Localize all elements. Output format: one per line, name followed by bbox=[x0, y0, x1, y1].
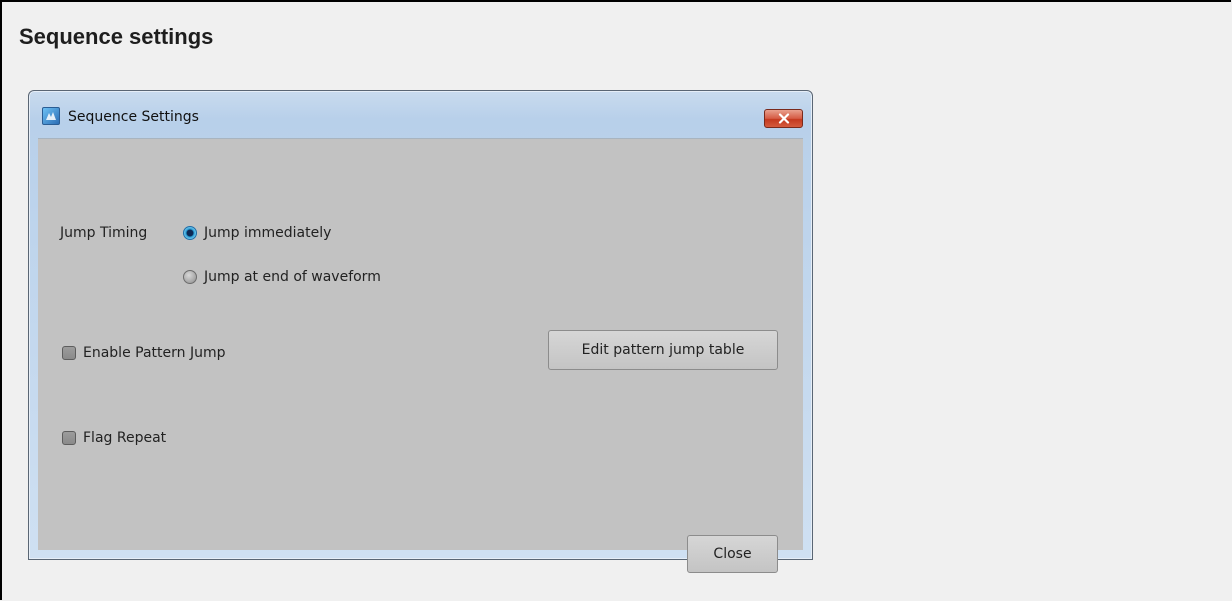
dialog-body: Jump Timing Jump immediately Jump at end… bbox=[38, 138, 803, 573]
edit-pattern-jump-table-button[interactable]: Edit pattern jump table bbox=[548, 330, 778, 370]
dialog-title: Sequence Settings bbox=[68, 109, 199, 125]
page-title: Sequence settings bbox=[19, 24, 214, 49]
app-icon bbox=[42, 107, 60, 125]
enable-pattern-jump-label[interactable]: Enable Pattern Jump bbox=[83, 345, 225, 361]
window-close-button[interactable] bbox=[764, 109, 803, 128]
radio-jump-immediately[interactable] bbox=[183, 226, 197, 240]
radio-jump-end-of-waveform-label[interactable]: Jump at end of waveform bbox=[204, 269, 381, 285]
jump-timing-label: Jump Timing bbox=[60, 225, 148, 241]
flag-repeat-checkbox[interactable] bbox=[62, 431, 76, 445]
dialog-titlebar[interactable]: Sequence Settings bbox=[29, 91, 812, 137]
sequence-settings-dialog: Sequence Settings Jump Timing Jump immed… bbox=[28, 90, 813, 573]
flag-repeat-label[interactable]: Flag Repeat bbox=[83, 430, 166, 446]
close-button[interactable]: Close bbox=[687, 535, 778, 573]
radio-jump-end-of-waveform[interactable] bbox=[183, 270, 197, 284]
radio-jump-immediately-label[interactable]: Jump immediately bbox=[204, 225, 331, 241]
page: Sequence settings Sequence Settings Jump… bbox=[0, 0, 1231, 600]
enable-pattern-jump-checkbox[interactable] bbox=[62, 346, 76, 360]
close-x-icon bbox=[778, 113, 790, 124]
